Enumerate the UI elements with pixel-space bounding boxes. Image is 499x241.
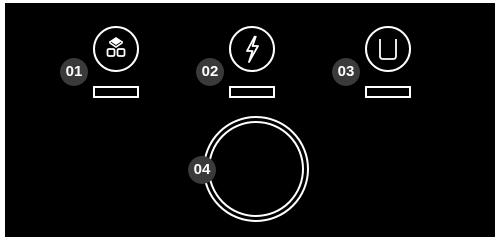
control-badge-04: 04 [188,156,216,184]
ice-cubes-icon [106,37,126,57]
ice-maker-indicator [93,86,139,98]
lightning-bolt-icon [246,35,259,63]
power-button[interactable] [229,26,275,72]
rotary-dial[interactable] [203,116,309,222]
control-badge-02: 02 [196,58,224,86]
cup-icon [379,39,397,60]
control-badge-01: 01 [60,58,88,86]
dispenser-indicator [365,86,411,98]
ice-maker-button[interactable] [93,26,139,72]
control-badge-03: 03 [332,58,360,86]
power-indicator [229,86,275,98]
dispenser-button[interactable] [365,26,411,72]
rotary-dial-inner-ring [208,121,304,217]
control-panel: 01 02 03 04 [5,3,495,237]
